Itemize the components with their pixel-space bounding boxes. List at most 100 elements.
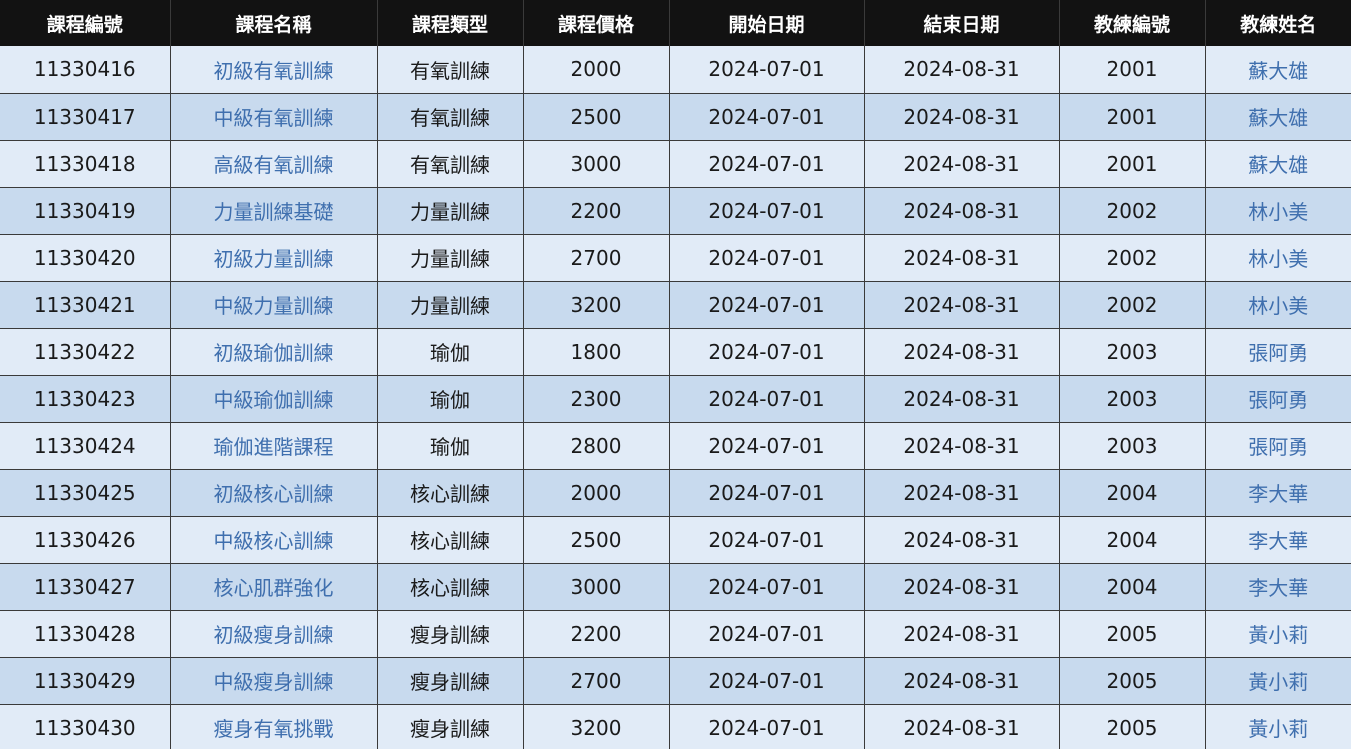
cell-course-id: 11330429 [0,657,171,705]
cell-coach-id: 2004 [1059,563,1206,611]
cell-course-name[interactable]: 高級有氧訓練 [170,140,378,188]
cell-course-price: 2000 [523,469,670,517]
cell-start-date: 2024-07-01 [669,281,865,329]
cell-end-date: 2024-08-31 [864,328,1060,376]
header-course-type: 課程類型 [377,0,524,46]
header-course-name: 課程名稱 [170,0,378,46]
cell-course-name[interactable]: 中級瑜伽訓練 [170,375,378,423]
cell-end-date: 2024-08-31 [864,657,1060,705]
table-row: 11330422 初級瑜伽訓練 瑜伽 1800 2024-07-01 2024-08-31… [0,328,1351,376]
cell-course-id: 11330417 [0,93,171,141]
cell-course-name[interactable]: 中級核心訓練 [170,516,378,564]
table-row: 11330416 初級有氧訓練 有氧訓練 2000 2024-07-01 2024-08-… [0,46,1351,94]
cell-course-price: 3000 [523,140,670,188]
cell-start-date: 2024-07-01 [669,375,865,423]
cell-coach-id: 2004 [1059,469,1206,517]
cell-coach-name[interactable]: 張阿勇 [1205,375,1351,423]
cell-end-date: 2024-08-31 [864,516,1060,564]
cell-start-date: 2024-07-01 [669,516,865,564]
cell-start-date: 2024-07-01 [669,140,865,188]
cell-coach-id: 2005 [1059,610,1206,658]
cell-start-date: 2024-07-01 [669,657,865,705]
cell-coach-name[interactable]: 張阿勇 [1205,328,1351,376]
cell-course-id: 11330426 [0,516,171,564]
header-end-date: 結束日期 [864,0,1060,46]
cell-coach-name[interactable]: 李大華 [1205,469,1351,517]
cell-course-price: 1800 [523,328,670,376]
cell-course-name[interactable]: 初級力量訓練 [170,234,378,282]
cell-coach-name[interactable]: 張阿勇 [1205,422,1351,470]
table-row: 11330421 中級力量訓練 力量訓練 3200 2024-07-01 2024-08-… [0,281,1351,329]
cell-coach-name[interactable]: 李大華 [1205,516,1351,564]
table-body: 11330416 初級有氧訓練 有氧訓練 2000 2024-07-01 2024-08-… [0,46,1351,749]
cell-course-type: 核心訓練 [377,516,524,564]
cell-coach-id: 2005 [1059,657,1206,705]
cell-coach-name[interactable]: 黃小莉 [1205,657,1351,705]
cell-coach-id: 2002 [1059,187,1206,235]
cell-course-id: 11330430 [0,704,171,749]
cell-coach-id: 2001 [1059,140,1206,188]
cell-coach-id: 2004 [1059,516,1206,564]
cell-course-id: 11330416 [0,46,171,94]
cell-course-type: 瘦身訓練 [377,610,524,658]
cell-start-date: 2024-07-01 [669,328,865,376]
cell-end-date: 2024-08-31 [864,469,1060,517]
header-course-id: 課程編號 [0,0,171,46]
cell-course-price: 2000 [523,46,670,94]
cell-course-name[interactable]: 瘦身有氧挑戰 [170,704,378,749]
cell-course-price: 2700 [523,657,670,705]
cell-coach-name[interactable]: 蘇大雄 [1205,46,1351,94]
cell-course-type: 瑜伽 [377,422,524,470]
cell-coach-id: 2003 [1059,375,1206,423]
cell-course-id: 11330418 [0,140,171,188]
cell-course-type: 瘦身訓練 [377,704,524,749]
cell-coach-name[interactable]: 林小美 [1205,281,1351,329]
cell-course-type: 力量訓練 [377,187,524,235]
table-row: 11330417 中級有氧訓練 有氧訓練 2500 2024-07-01 2024-08-… [0,93,1351,141]
cell-course-price: 2300 [523,375,670,423]
cell-coach-name[interactable]: 李大華 [1205,563,1351,611]
cell-end-date: 2024-08-31 [864,375,1060,423]
cell-course-type: 瘦身訓練 [377,657,524,705]
cell-course-name[interactable]: 初級核心訓練 [170,469,378,517]
cell-course-name[interactable]: 中級瘦身訓練 [170,657,378,705]
cell-course-type: 有氧訓練 [377,93,524,141]
cell-coach-name[interactable]: 黃小莉 [1205,610,1351,658]
cell-course-id: 11330427 [0,563,171,611]
cell-coach-name[interactable]: 蘇大雄 [1205,140,1351,188]
table-row: 11330418 高級有氧訓練 有氧訓練 3000 2024-07-01 2024-08-… [0,140,1351,188]
cell-end-date: 2024-08-31 [864,46,1060,94]
cell-course-name[interactable]: 中級力量訓練 [170,281,378,329]
cell-course-price: 3000 [523,563,670,611]
cell-course-type: 核心訓練 [377,563,524,611]
cell-course-price: 2200 [523,187,670,235]
cell-end-date: 2024-08-31 [864,93,1060,141]
cell-end-date: 2024-08-31 [864,140,1060,188]
cell-course-name[interactable]: 初級瘦身訓練 [170,610,378,658]
cell-course-name[interactable]: 核心肌群強化 [170,563,378,611]
cell-coach-id: 2002 [1059,281,1206,329]
cell-course-name[interactable]: 初級有氧訓練 [170,46,378,94]
cell-course-id: 11330423 [0,375,171,423]
cell-coach-id: 2002 [1059,234,1206,282]
table-row: 11330420 初級力量訓練 力量訓練 2700 2024-07-01 2024-08-… [0,234,1351,282]
cell-course-name[interactable]: 瑜伽進階課程 [170,422,378,470]
cell-course-name[interactable]: 中級有氧訓練 [170,93,378,141]
cell-course-price: 3200 [523,281,670,329]
table-row: 11330427 核心肌群強化 核心訓練 3000 2024-07-01 2024-08-… [0,563,1351,611]
cell-course-price: 2700 [523,234,670,282]
cell-course-id: 11330428 [0,610,171,658]
cell-coach-name[interactable]: 林小美 [1205,234,1351,282]
cell-coach-name[interactable]: 蘇大雄 [1205,93,1351,141]
cell-coach-id: 2005 [1059,704,1206,749]
cell-course-type: 核心訓練 [377,469,524,517]
table-row: 11330429 中級瘦身訓練 瘦身訓練 2700 2024-07-01 2024-08-… [0,657,1351,705]
cell-start-date: 2024-07-01 [669,704,865,749]
header-start-date: 開始日期 [669,0,865,46]
cell-coach-name[interactable]: 黃小莉 [1205,704,1351,749]
cell-coach-name[interactable]: 林小美 [1205,187,1351,235]
cell-course-name[interactable]: 初級瑜伽訓練 [170,328,378,376]
cell-course-price: 3200 [523,704,670,749]
cell-course-name[interactable]: 力量訓練基礎 [170,187,378,235]
table-row: 11330426 中級核心訓練 核心訓練 2500 2024-07-01 2024-08-… [0,516,1351,564]
